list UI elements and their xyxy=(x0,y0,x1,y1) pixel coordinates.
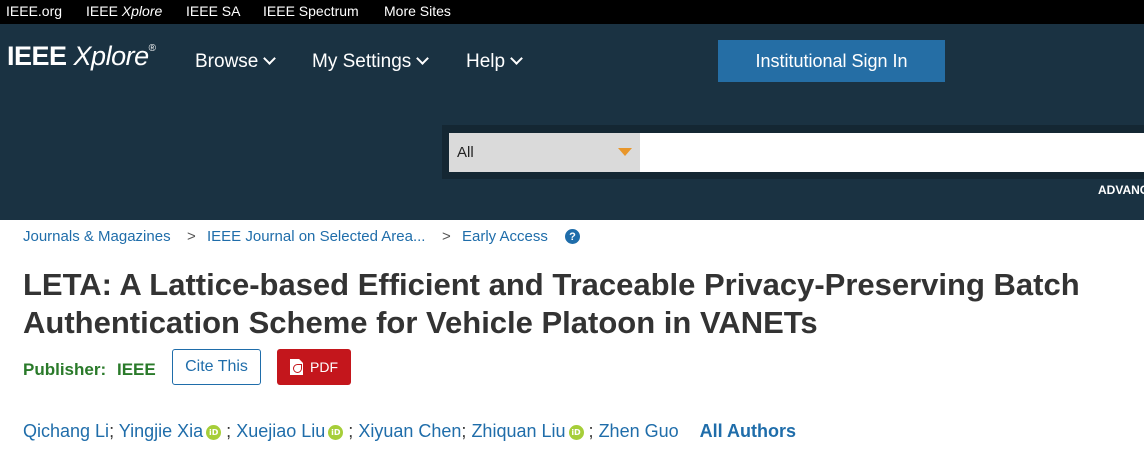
ieee-xplore-logo[interactable]: IEEE Xplore® xyxy=(7,41,156,72)
more-sites-link[interactable]: More Sites xyxy=(384,3,451,19)
ieee-xplore-link[interactable]: IEEE Xplore xyxy=(86,3,162,19)
cite-this-button[interactable]: Cite This xyxy=(172,349,261,385)
top-site-bar: IEEE.org IEEE Xplore IEEE SA IEEE Spectr… xyxy=(0,0,1144,24)
institutional-sign-in-button[interactable]: Institutional Sign In xyxy=(718,40,945,82)
author-separator: ; xyxy=(588,421,594,441)
advanced-search-link[interactable]: ADVANC xyxy=(1098,183,1144,197)
all-authors-link[interactable]: All Authors xyxy=(700,421,796,441)
author-separator: ; xyxy=(461,421,467,441)
orcid-icon[interactable]: iD xyxy=(568,425,584,440)
publisher-name: IEEE xyxy=(117,360,156,379)
site-header: IEEE Xplore® Browse My Settings Help Ins… xyxy=(0,24,1144,220)
help-icon[interactable]: ? xyxy=(565,229,580,244)
author-link[interactable]: Zhiquan Liu xyxy=(471,421,565,441)
breadcrumb-early-access[interactable]: Early Access xyxy=(462,228,548,245)
publisher-label: Publisher: xyxy=(23,360,107,379)
search-input[interactable] xyxy=(640,133,1144,172)
author-separator: ; xyxy=(109,421,115,441)
author-link[interactable]: Qichang Li xyxy=(23,421,109,441)
breadcrumb-separator: > xyxy=(187,228,196,245)
author-link[interactable]: Xiyuan Chen xyxy=(358,421,461,441)
ieee-spectrum-link[interactable]: IEEE Spectrum xyxy=(263,3,359,19)
author-link[interactable]: Yingjie Xia xyxy=(119,421,203,441)
ieee-sa-link[interactable]: IEEE SA xyxy=(186,3,240,19)
author-link[interactable]: Zhen Guo xyxy=(599,421,679,441)
author-separator: ; xyxy=(226,421,232,441)
orcid-icon[interactable]: iD xyxy=(328,425,344,440)
ieee-org-link[interactable]: IEEE.org xyxy=(6,3,62,19)
article-title: LETA: A Lattice-based Efficient and Trac… xyxy=(23,267,1080,340)
chevron-down-icon xyxy=(416,52,430,65)
nav-browse[interactable]: Browse xyxy=(195,51,277,73)
chevron-down-icon xyxy=(510,52,523,65)
nav-help[interactable]: Help xyxy=(466,51,523,73)
author-list: Qichang Li; Yingjie Xia iD ; Xuejiao Liu i… xyxy=(23,421,796,442)
nav-my-settings[interactable]: My Settings xyxy=(312,51,430,73)
breadcrumb-journal[interactable]: IEEE Journal on Selected Area... xyxy=(207,228,425,245)
breadcrumb-journals-magazines[interactable]: Journals & Magazines xyxy=(23,228,171,245)
dropdown-triangle-icon xyxy=(618,148,632,156)
pdf-button[interactable]: PDF xyxy=(277,349,351,385)
search-scope-dropdown[interactable]: All xyxy=(449,133,640,172)
search-bar: All xyxy=(442,125,1144,179)
orcid-icon[interactable]: iD xyxy=(206,425,222,440)
author-link[interactable]: Xuejiao Liu xyxy=(236,421,325,441)
chevron-down-icon xyxy=(263,52,277,65)
author-separator: ; xyxy=(348,421,354,441)
breadcrumb-separator: > xyxy=(442,228,451,245)
pdf-icon xyxy=(290,359,303,375)
